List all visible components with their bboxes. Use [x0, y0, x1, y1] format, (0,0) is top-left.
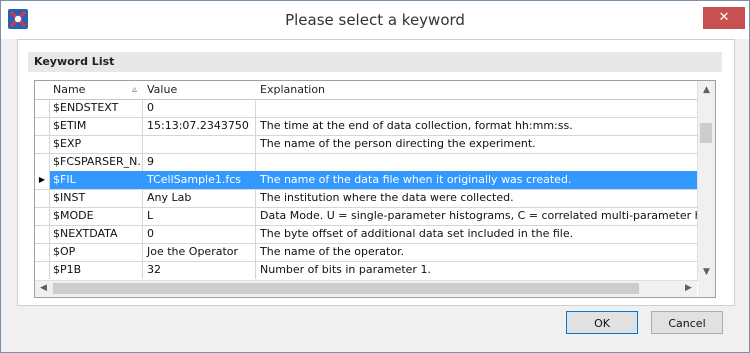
cell-value: 0: [143, 99, 256, 117]
keyword-list-header: Keyword List: [28, 52, 722, 72]
table-row[interactable]: $ETIM 15:13:07.2343750 The time at the end…: [35, 117, 697, 136]
cell-explanation: [256, 99, 697, 117]
cell-name: $EXP: [49, 135, 143, 153]
sort-ascending-icon: ▵: [131, 84, 137, 95]
scroll-left-icon[interactable]: ◀: [35, 283, 52, 293]
cell-value: 32: [143, 261, 256, 279]
cell-explanation: Data Mode. U = single-parameter histogra…: [260, 209, 697, 222]
cell-name: $MODE: [49, 207, 143, 225]
table-row[interactable]: $INST Any Lab The institution where the da…: [35, 189, 697, 208]
column-header-explanation-label: Explanation: [260, 83, 326, 96]
ok-button[interactable]: OK: [566, 311, 638, 334]
row-indicator: [35, 189, 50, 207]
row-indicator: [35, 261, 50, 279]
dialog-content: Keyword List Name ▵ Value Explanation $E…: [17, 39, 735, 306]
column-header-value-label: Value: [147, 83, 178, 96]
cell-explanation: The name of the person directing the exp…: [260, 137, 536, 150]
cell-explanation: The time at the end of data collection, …: [260, 119, 573, 132]
table-row[interactable]: $NEXTDATA 0 The byte offset of additional …: [35, 225, 697, 244]
title-bar[interactable]: Please select a keyword ✕: [1, 1, 749, 39]
cell-explanation: [256, 153, 697, 171]
vertical-scroll-thumb[interactable]: [700, 123, 712, 143]
cell-name: $P1B: [49, 261, 143, 279]
cancel-button[interactable]: Cancel: [651, 311, 723, 334]
cell-name: $FCSPARSER_N...: [49, 153, 143, 171]
cell-value: L: [143, 207, 256, 225]
row-indicator: [35, 243, 50, 261]
scroll-up-icon[interactable]: ▲: [698, 85, 715, 95]
current-row-arrow-icon: ▶: [35, 171, 50, 189]
cell-name: $ENDSTEXT: [49, 99, 143, 117]
cell-value: TCellSample1.fcs: [143, 171, 256, 189]
cell-explanation: The byte offset of additional data set i…: [260, 227, 574, 240]
table-row[interactable]: $MODE L Data Mode. U = single-parameter hi…: [35, 207, 697, 226]
cell-value: 9: [143, 153, 256, 171]
row-indicator-header: [35, 81, 50, 100]
scrollbar-corner: [698, 281, 715, 297]
scroll-down-icon[interactable]: ▼: [698, 267, 715, 277]
table-row-selected[interactable]: ▶ $FIL TCellSample1.fcs The name of the dat…: [35, 171, 697, 190]
dialog-title: Please select a keyword: [285, 11, 465, 29]
cell-explanation: The name of the operator.: [260, 245, 405, 258]
scroll-right-icon[interactable]: ▶: [680, 283, 697, 293]
row-indicator: [35, 99, 50, 117]
table-row[interactable]: $OP Joe the Operator The name of the opera…: [35, 243, 697, 262]
column-header-name[interactable]: Name ▵: [49, 81, 144, 100]
table-row[interactable]: $ENDSTEXT 0: [35, 99, 697, 118]
cell-name: $FIL: [49, 171, 143, 189]
cell-value: Any Lab: [143, 189, 256, 207]
vertical-scrollbar[interactable]: ▲ ▼: [697, 81, 715, 281]
row-indicator: [35, 153, 50, 171]
cell-value: [143, 135, 256, 153]
table-row[interactable]: $P1B 32 Number of bits in parameter 1.: [35, 261, 697, 279]
row-indicator: [35, 207, 50, 225]
close-button[interactable]: ✕: [703, 7, 745, 29]
row-indicator: [35, 225, 50, 243]
cell-name: $INST: [49, 189, 143, 207]
cell-name: $ETIM: [49, 117, 143, 135]
dialog-window: Please select a keyword ✕ Keyword List N…: [0, 0, 750, 353]
column-header-explanation[interactable]: Explanation: [256, 81, 697, 100]
horizontal-scroll-thumb[interactable]: [53, 283, 639, 294]
column-header-value[interactable]: Value: [143, 81, 257, 100]
cell-value: 15:13:07.2343750: [143, 117, 256, 135]
close-icon: ✕: [718, 10, 730, 25]
table-row[interactable]: $FCSPARSER_N... 9: [35, 153, 697, 172]
cell-value: Joe the Operator: [143, 243, 256, 261]
keyword-grid[interactable]: Name ▵ Value Explanation $ENDSTEXT 0 $ETI…: [34, 80, 716, 298]
column-header-name-label: Name: [53, 83, 86, 96]
cell-explanation: The institution where the data were coll…: [260, 191, 514, 204]
table-row[interactable]: $EXP The name of the person directing the…: [35, 135, 697, 154]
cell-value: 0: [143, 225, 256, 243]
row-indicator: [35, 117, 50, 135]
cell-name: $NEXTDATA: [49, 225, 143, 243]
cell-name: $OP: [49, 243, 143, 261]
cell-explanation: The name of the data file when it origin…: [260, 173, 572, 186]
horizontal-scrollbar[interactable]: ◀ ▶: [35, 280, 697, 297]
row-indicator: [35, 135, 50, 153]
cell-explanation: Number of bits in parameter 1.: [260, 263, 431, 276]
